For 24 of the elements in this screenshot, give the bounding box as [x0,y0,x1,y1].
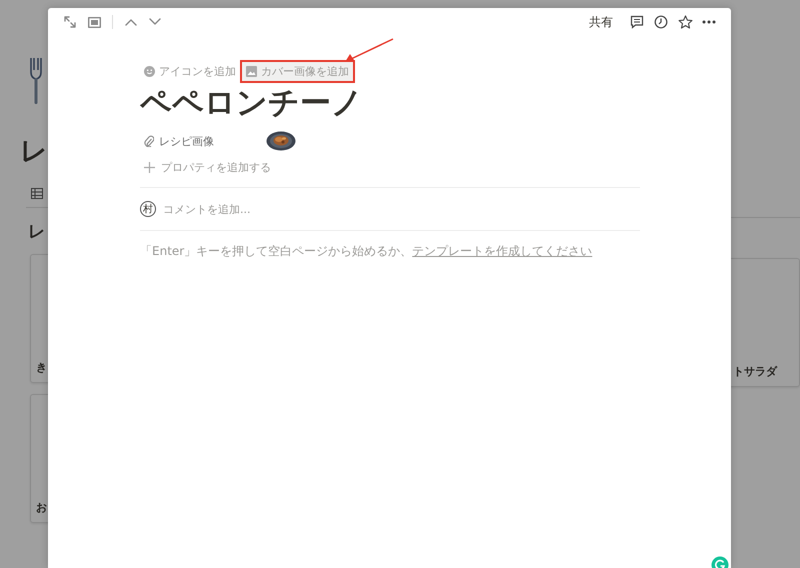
page-action-button[interactable]: アイコンを追加 [140,62,240,80]
smiley-icon [144,66,155,76]
star-icon[interactable] [676,13,694,31]
image-icon [246,66,257,76]
user-avatar: 村 [140,201,156,217]
comment-icon[interactable] [628,13,646,31]
card-title: お [36,500,47,515]
fork-icon [29,56,43,106]
page-heading: レ [20,135,48,169]
comment-field[interactable]: コメントを追加... [163,202,640,216]
card-title: トサラダ [733,364,777,379]
plus-icon [144,162,155,172]
paperclip-icon [144,135,154,147]
empty-page-hint: 「Enter」キーを押して空白ページから始めるか、テンプレートを作成してください [140,243,594,260]
add-property-button[interactable]: プロパティを追加する [140,154,275,180]
template-link[interactable]: テンプレートを作成してください [412,244,592,258]
page-title[interactable]: ペペロンチーノ [140,84,640,122]
share-button[interactable]: 共有 [585,12,617,32]
clock-icon[interactable] [652,13,670,31]
card-title: き [36,360,47,375]
page-action-button[interactable]: カバー画像を追加 [242,62,353,80]
property-name: レシピ画像 [159,134,214,148]
section-heading: レ [28,221,45,244]
table-icon [31,188,43,199]
